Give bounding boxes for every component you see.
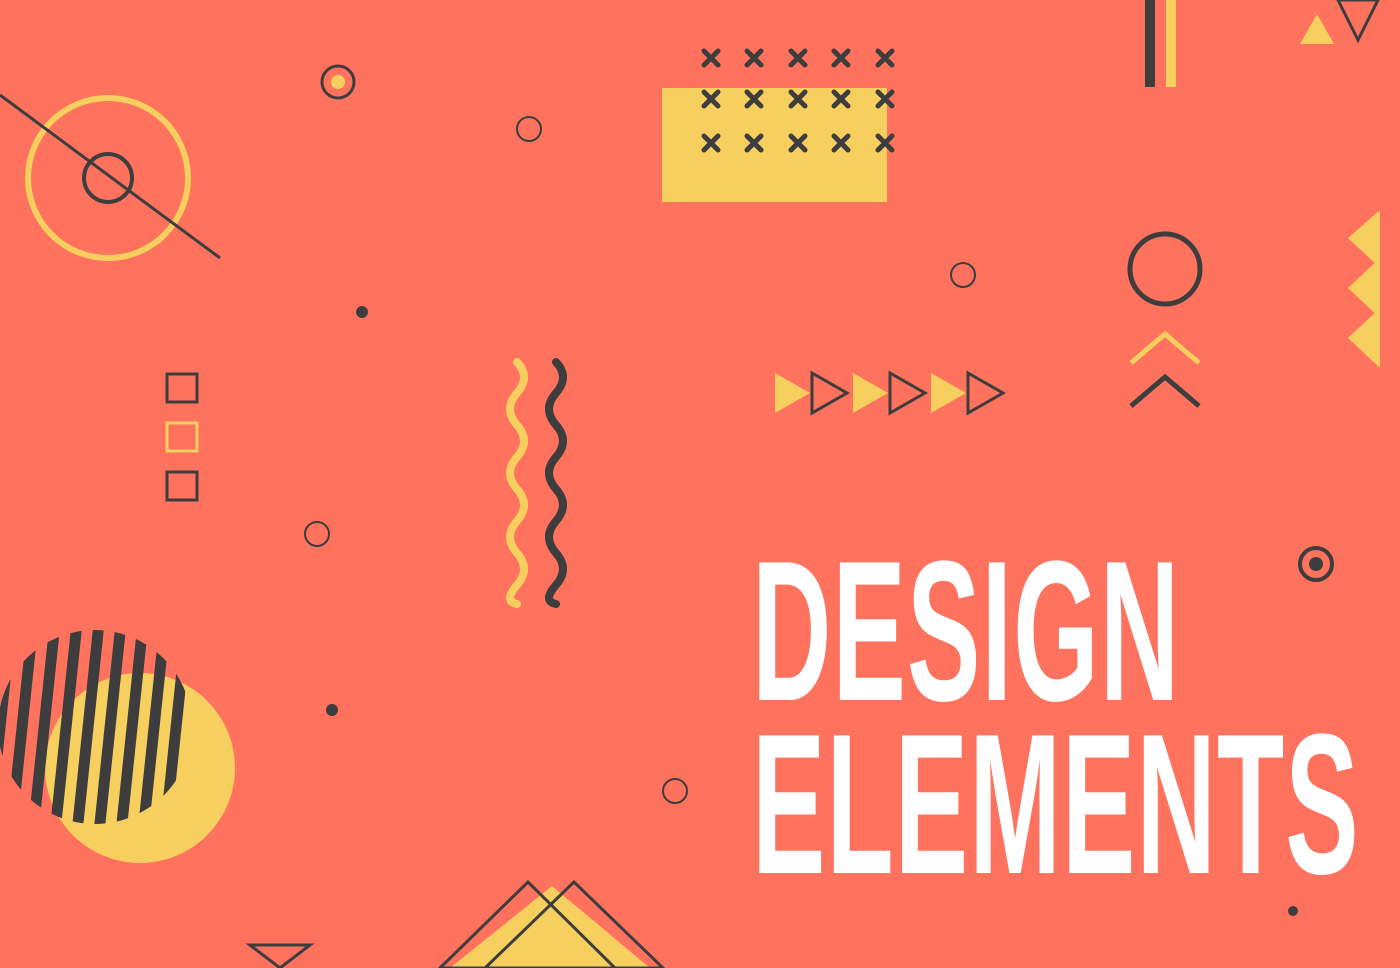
dot: [326, 704, 338, 716]
title-line-elements: ELEMENTS: [752, 693, 1360, 916]
dot: [356, 306, 368, 318]
